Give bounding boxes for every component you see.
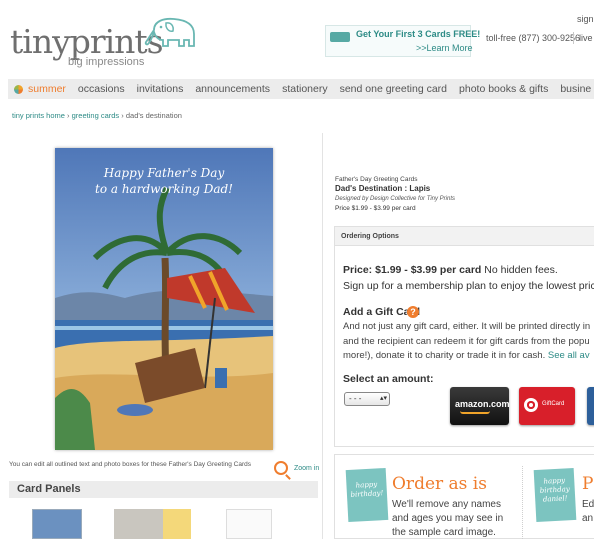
sample-card-text: happy birthday daniel! xyxy=(539,476,570,504)
price-range: Price: $1.99 - $3.99 per card xyxy=(343,264,482,276)
nav-label: summer xyxy=(28,83,66,95)
zoom-in-button[interactable]: Zoom in xyxy=(274,461,319,475)
partial-gift-card[interactable] xyxy=(587,387,594,425)
nav-item-summer[interactable]: summer xyxy=(8,83,72,95)
gift-card-text: And not just any gift card, either. It w… xyxy=(343,321,591,332)
nav-item-stationery[interactable]: stationery xyxy=(276,83,334,95)
sample-card-text: happy birthday! xyxy=(350,480,384,499)
gift-card-text: more!), donate it to charity or trade it… xyxy=(343,350,590,361)
product-category: Father's Day Greeting Cards xyxy=(335,176,418,183)
amount-label: Select an amount: xyxy=(343,373,434,385)
personalize-text-partial: Ed xyxy=(582,499,594,510)
amount-select[interactable]: - - - ▴▾ xyxy=(344,392,390,406)
gift-card-text: and the recipient can redeem it for gift… xyxy=(343,336,590,347)
target-bullseye-icon xyxy=(524,398,538,412)
card-panels-title: Card Panels xyxy=(17,483,81,495)
target-gift-card[interactable]: GiftCard xyxy=(519,387,575,425)
order-as-is-text: the sample card image. xyxy=(392,527,496,538)
magnifier-icon xyxy=(274,461,288,475)
header-divider xyxy=(573,32,574,44)
breadcrumb-separator: › xyxy=(121,111,124,120)
amount-select-value: - - - xyxy=(349,394,362,403)
tag-icon xyxy=(330,32,350,42)
nav-item-photo-books[interactable]: photo books & gifts xyxy=(453,83,554,95)
nav-item-send-one-card[interactable]: send one greeting card xyxy=(334,83,453,95)
learn-more-link[interactable]: >>Learn More xyxy=(416,43,473,53)
order-as-is-sample-card: happy birthday! xyxy=(345,467,389,523)
help-icon[interactable]: ? xyxy=(407,306,419,318)
panel-thumbnail-front[interactable] xyxy=(32,509,82,539)
amazon-logo-text: amazon.com xyxy=(455,399,509,409)
zoom-in-label: Zoom in xyxy=(294,464,320,472)
nav-item-announcements[interactable]: announcements xyxy=(189,83,276,95)
breadcrumb-category-link[interactable]: greeting cards xyxy=(72,111,120,120)
free-cards-promo[interactable]: Get Your First 3 Cards FREE! >>Learn Mor… xyxy=(325,25,480,57)
breadcrumb-current: dad's destination xyxy=(125,111,182,120)
phone-number: toll-free (877) 300-9256 xyxy=(486,33,581,43)
select-arrows-icon: ▴▾ xyxy=(379,395,387,402)
sign-in-link[interactable]: sign xyxy=(577,14,594,24)
promo-title: Get Your First 3 Cards FREE! xyxy=(356,29,481,39)
card-panels-header: Card Panels xyxy=(9,481,318,498)
product-designer: Designed by Design Collective for Tiny P… xyxy=(335,196,455,202)
membership-line: Sign up for a membership plan to enjoy t… xyxy=(343,280,594,292)
personalize-text-partial: an xyxy=(582,513,594,524)
promo-divider xyxy=(522,466,523,539)
personalized-sample-card: happy birthday daniel! xyxy=(533,467,577,523)
tinyprints-logo[interactable]: tinyprints big impressions xyxy=(8,14,198,70)
breadcrumb-home-link[interactable]: tiny prints home xyxy=(12,111,65,120)
see-all-link[interactable]: See all av xyxy=(548,350,590,361)
amazon-gift-card[interactable]: amazon.com xyxy=(450,387,509,425)
live-chat-link[interactable]: live xyxy=(579,33,593,43)
elephant-icon xyxy=(144,17,195,47)
personalize-title-partial[interactable]: P xyxy=(582,474,593,494)
breadcrumb-separator: › xyxy=(67,111,70,120)
panel-thumbnail-back[interactable] xyxy=(226,509,272,539)
card-greeting-line1: Happy Father's Day xyxy=(103,166,225,180)
card-preview-image[interactable]: Happy Father's Day to a hardworking Dad! xyxy=(55,148,273,450)
summer-sun-icon xyxy=(14,84,23,94)
order-as-is-text: and ages you may see in xyxy=(392,513,504,524)
price-line: Price: $1.99 - $3.99 per card No hidden … xyxy=(343,264,558,276)
main-nav: summer occasions invitations announcemen… xyxy=(8,79,594,99)
logo-tagline: big impressions xyxy=(68,56,145,68)
breadcrumb: tiny prints home › greeting cards › dad'… xyxy=(12,111,182,120)
nav-item-business[interactable]: busine xyxy=(554,83,594,95)
product-name: Dad's Destination : Lapis xyxy=(335,184,431,193)
column-divider xyxy=(322,133,323,539)
product-price: Price $1.99 - $3.99 per card xyxy=(335,205,416,212)
no-hidden-fees: No hidden fees. xyxy=(481,264,558,276)
panel-thumbnail-inside-left[interactable] xyxy=(114,509,163,539)
order-as-is-text: We'll remove any names xyxy=(392,499,501,510)
order-as-is-title[interactable]: Order as is xyxy=(392,474,487,494)
card-greeting-line2: to a hardworking Dad! xyxy=(95,182,233,196)
panel-thumbnail-inside-right[interactable] xyxy=(163,509,191,539)
nav-item-invitations[interactable]: invitations xyxy=(131,83,190,95)
ordering-options-title: Ordering Options xyxy=(341,233,399,240)
amazon-smile-icon xyxy=(460,411,490,414)
ordering-options-header: Ordering Options xyxy=(335,227,594,246)
target-gift-card-text: GiftCard xyxy=(542,401,565,407)
nav-item-occasions[interactable]: occasions xyxy=(72,83,131,95)
edit-note: You can edit all outlined text and photo… xyxy=(9,461,252,468)
gift-card-text-line: more!), donate it to charity or trade it… xyxy=(343,350,546,361)
